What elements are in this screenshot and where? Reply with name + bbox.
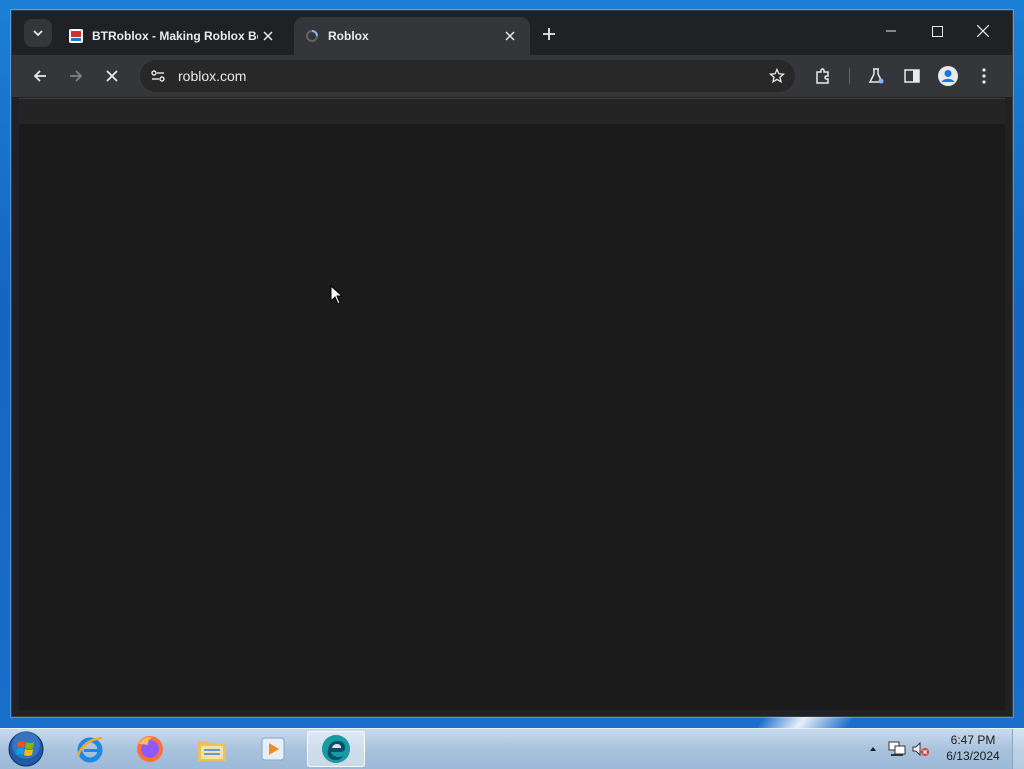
forward-button[interactable]: [62, 62, 90, 90]
close-window-button[interactable]: [960, 15, 1006, 47]
menu-button[interactable]: [970, 62, 998, 90]
arrow-left-icon: [33, 70, 46, 82]
clock-date: 6/13/2024: [946, 749, 1000, 763]
windows-orb-icon: [8, 731, 44, 767]
tab-search-button[interactable]: [24, 19, 52, 47]
system-tray: [868, 729, 930, 769]
internet-explorer-icon: [76, 736, 103, 763]
taskbar-firefox[interactable]: [121, 731, 179, 767]
maximize-icon: [931, 25, 943, 37]
close-icon: [263, 31, 273, 41]
address-bar[interactable]: roblox.com: [140, 60, 795, 92]
browser-toolbar: roblox.com: [12, 55, 1012, 97]
browser-window: BTRoblox - Making Roblox Bet Roblox robl…: [11, 10, 1013, 717]
minimize-icon: [886, 30, 896, 32]
puzzle-piece-icon: [816, 68, 829, 84]
tab-title: BTRoblox - Making Roblox Bet: [92, 29, 258, 43]
tab-strip: BTRoblox - Making Roblox Bet Roblox: [12, 11, 1012, 55]
clock-time: 6:47 PM: [950, 733, 996, 747]
edge-icon: [322, 735, 350, 763]
start-button[interactable]: [6, 730, 46, 768]
labs-button[interactable]: [862, 62, 890, 90]
site-settings-icon: [151, 70, 165, 82]
loading-spinner-icon: [306, 30, 318, 42]
close-icon: [505, 31, 515, 41]
url-text: roblox.com: [178, 68, 247, 84]
taskbar-file-explorer[interactable]: [183, 731, 241, 767]
profile-button[interactable]: [934, 62, 962, 90]
star-icon[interactable]: [769, 68, 785, 84]
mouse-pointer-icon: [330, 285, 344, 305]
flask-icon: [868, 68, 884, 84]
extensions-button[interactable]: [809, 62, 837, 90]
media-player-icon: [261, 737, 285, 761]
volume-muted-icon[interactable]: [912, 741, 930, 757]
side-panel-button[interactable]: [898, 62, 926, 90]
page-content: [19, 124, 1005, 710]
tab-roblox[interactable]: Roblox: [294, 17, 530, 55]
side-panel-icon: [904, 69, 920, 83]
chevron-up-icon[interactable]: [868, 744, 878, 754]
page-top-bar: [19, 99, 1005, 124]
close-icon: [977, 25, 989, 37]
tab-btroblox[interactable]: BTRoblox - Making Roblox Bet: [58, 17, 288, 55]
taskbar-media-player[interactable]: [244, 731, 302, 767]
toolbar-separator: [849, 68, 850, 84]
maximize-button[interactable]: [914, 15, 960, 47]
avatar-icon: [938, 66, 958, 86]
tab-close-button[interactable]: [258, 26, 278, 46]
minimize-button[interactable]: [868, 15, 914, 47]
taskbar-edge[interactable]: [307, 731, 365, 767]
back-button[interactable]: [26, 62, 54, 90]
btroblox-favicon-icon: [69, 29, 83, 43]
more-vertical-icon: [982, 68, 986, 84]
show-desktop-button[interactable]: [1012, 729, 1024, 769]
tab-title: Roblox: [328, 29, 369, 43]
arrow-right-icon: [70, 70, 83, 82]
taskbar: 6:47 PM 6/13/2024: [0, 728, 1024, 769]
taskbar-internet-explorer[interactable]: [61, 731, 119, 767]
new-tab-button[interactable]: [538, 23, 560, 45]
firefox-icon: [137, 736, 163, 762]
folder-icon: [198, 741, 226, 761]
plus-icon: [543, 28, 555, 40]
network-icon[interactable]: [888, 741, 906, 757]
stop-loading-button[interactable]: [98, 62, 126, 90]
chevron-down-icon: [33, 30, 43, 37]
taskbar-clock[interactable]: 6:47 PM 6/13/2024: [938, 732, 1008, 764]
tab-close-button[interactable]: [500, 26, 520, 46]
close-icon: [106, 70, 118, 82]
